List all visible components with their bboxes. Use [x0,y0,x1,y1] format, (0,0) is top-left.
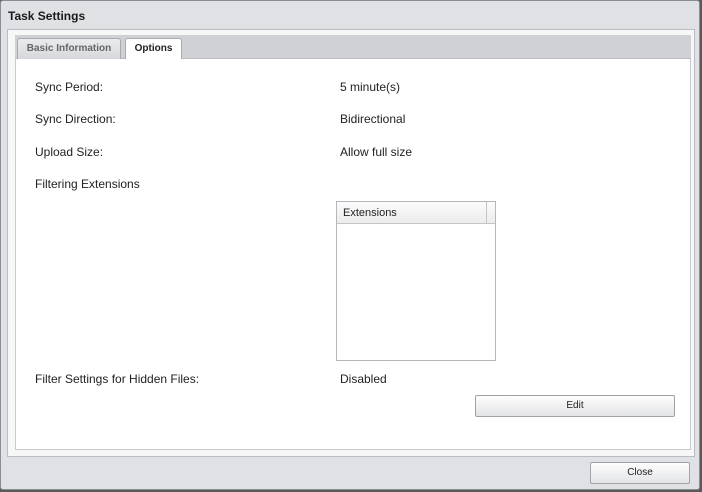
extensions-column-header[interactable]: Extensions [337,202,495,224]
tab-options[interactable]: Options [125,38,182,60]
dialog-title: Task Settings [8,9,86,23]
sync-period-value: 5 minute(s) [340,80,401,94]
close-button[interactable]: Close [590,462,690,484]
options-panel: Sync Period: 5 minute(s) Sync Direction:… [15,59,691,450]
upload-size-label: Upload Size: [35,145,104,159]
tab-basic-information[interactable]: Basic Information [17,38,121,59]
upload-size-value: Allow full size [340,145,413,159]
tab-strip: Basic Information Options [15,35,691,60]
hidden-files-filter-label: Filter Settings for Hidden Files: [35,372,200,386]
column-resize-handle[interactable] [486,202,487,223]
filtering-extensions-label: Filtering Extensions [35,177,140,191]
sync-direction-label: Sync Direction: [35,112,116,126]
sync-period-label: Sync Period: [35,80,104,94]
edit-button[interactable]: Edit [475,395,675,417]
task-settings-dialog: Task Settings Basic Information Options … [0,0,700,490]
sync-direction-value: Bidirectional [340,112,406,126]
extensions-list[interactable]: Extensions [336,201,496,361]
dialog-body: Basic Information Options Sync Period: 5… [7,29,695,457]
extensions-column-header-label: Extensions [343,207,397,219]
hidden-files-filter-value: Disabled [340,372,387,386]
